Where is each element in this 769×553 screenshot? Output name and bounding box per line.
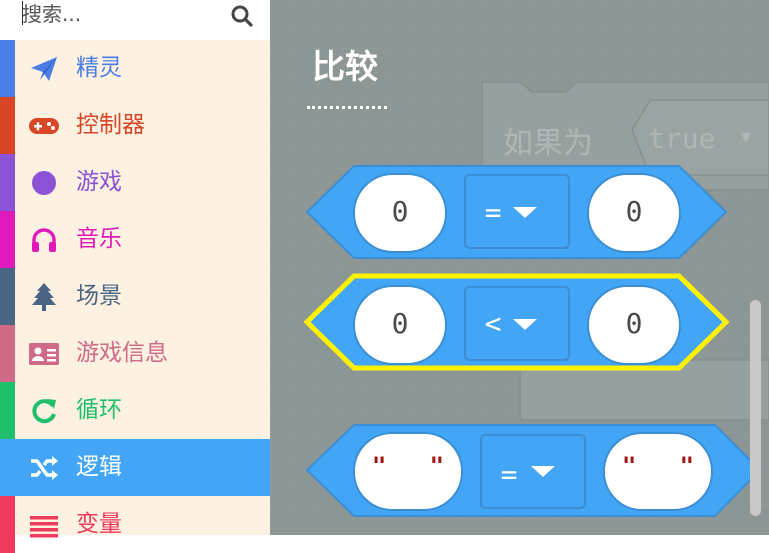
tree-icon — [28, 281, 60, 313]
category-variables[interactable]: 变量 — [0, 496, 270, 553]
category-label: 逻辑 — [76, 454, 122, 480]
category-label: 精灵 — [76, 55, 122, 81]
category-game[interactable]: 游戏 — [0, 154, 270, 211]
category-color-stripe — [0, 154, 15, 211]
block-workspace[interactable]: 如果为 true ▾ 比较 0 = 0 0 < 0 " " = " " — [270, 0, 769, 535]
search-bar — [0, 0, 270, 40]
operator-label: = — [484, 196, 502, 229]
left-operand-value[interactable]: 0 — [354, 307, 446, 340]
category-color-stripe — [0, 325, 15, 382]
category-color-stripe — [0, 439, 15, 496]
operator-label: = — [500, 458, 518, 491]
shuffle-icon — [28, 452, 60, 484]
category-sprites[interactable]: 精灵 — [0, 40, 270, 97]
flyout-scrollbar[interactable] — [750, 300, 761, 516]
search-input[interactable] — [22, 2, 222, 26]
id-card-icon — [28, 338, 60, 370]
category-music[interactable]: 音乐 — [0, 211, 270, 268]
category-label: 游戏信息 — [76, 340, 168, 366]
list-icon — [28, 509, 60, 541]
category-label: 音乐 — [76, 226, 122, 252]
toolbox-sidebar: 精灵 控制器 游戏 音乐 场景 游戏信息 循环 逻辑 变量 — [0, 40, 270, 553]
left-string-value[interactable]: " " — [354, 452, 462, 480]
category-color-stripe — [0, 496, 15, 553]
refresh-icon — [28, 395, 60, 427]
right-operand-value[interactable]: 0 — [588, 195, 680, 228]
category-scene[interactable]: 场景 — [0, 268, 270, 325]
left-operand-value[interactable]: 0 — [354, 195, 446, 228]
right-string-value[interactable]: " " — [604, 452, 712, 480]
category-label: 游戏 — [76, 169, 122, 195]
category-label: 循环 — [76, 397, 122, 423]
category-label: 场景 — [76, 283, 122, 309]
headphones-icon — [28, 224, 60, 256]
search-icon[interactable] — [230, 4, 254, 28]
right-operand-value[interactable]: 0 — [588, 307, 680, 340]
category-loops[interactable]: 循环 — [0, 382, 270, 439]
category-label: 控制器 — [76, 112, 145, 138]
category-label: 变量 — [76, 511, 122, 537]
text-cursor — [22, 1, 23, 25]
category-controller[interactable]: 控制器 — [0, 97, 270, 154]
category-color-stripe — [0, 211, 15, 268]
circle-icon — [28, 167, 60, 199]
operator-label: < — [484, 307, 502, 340]
category-color-stripe — [0, 382, 15, 439]
category-game-info[interactable]: 游戏信息 — [0, 325, 270, 382]
paper-plane-icon — [28, 53, 60, 85]
category-color-stripe — [0, 268, 15, 325]
category-color-stripe — [0, 40, 15, 97]
category-logic[interactable]: 逻辑 — [0, 439, 270, 496]
category-color-stripe — [0, 97, 15, 154]
gamepad-icon — [28, 110, 60, 142]
